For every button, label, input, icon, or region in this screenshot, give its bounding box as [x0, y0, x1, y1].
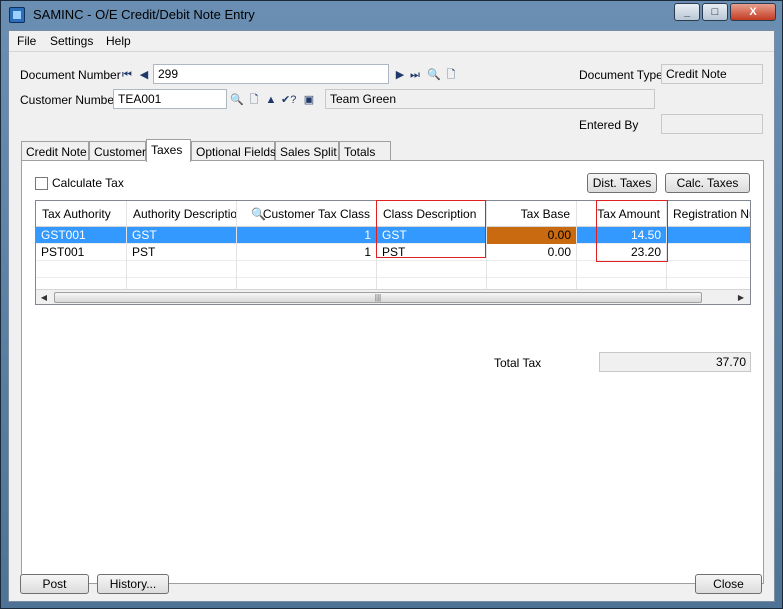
dist-taxes-button[interactable]: Dist. Taxes: [587, 173, 657, 193]
maximize-button[interactable]: □: [702, 3, 728, 21]
menu-settings[interactable]: Settings: [50, 34, 93, 48]
customer-number-label: Customer Number: [20, 93, 119, 107]
grid-header: Tax Authority Authority Description 🔍 Cu…: [36, 201, 750, 227]
empty-cell: [577, 261, 667, 278]
post-button[interactable]: Post: [20, 574, 89, 594]
col-registration-number[interactable]: Registration Num: [667, 201, 750, 227]
first-record-icon[interactable]: ⏮: [121, 68, 133, 82]
cell-authority-description: PST: [127, 244, 237, 261]
calc-taxes-button[interactable]: Calc. Taxes: [665, 173, 750, 193]
close-button[interactable]: Close: [695, 574, 762, 594]
document-type-field: Credit Note: [661, 64, 763, 84]
document-number-field[interactable]: 299: [153, 64, 389, 84]
empty-cell: [487, 261, 577, 278]
entered-by-field: [661, 114, 763, 134]
tab-taxes[interactable]: Taxes: [146, 139, 191, 162]
column-search-icon[interactable]: 🔍: [251, 201, 266, 227]
check-help-icon[interactable]: ✔?: [281, 93, 296, 107]
tab-totals[interactable]: Totals: [339, 141, 391, 161]
col-customer-tax-class[interactable]: 🔍 Customer Tax Class: [237, 201, 377, 227]
new-customer-icon[interactable]: 🗋: [248, 93, 260, 107]
close-window-button[interactable]: X: [730, 3, 776, 21]
cell-tax-base[interactable]: 0.00: [487, 227, 577, 244]
empty-cell: [127, 261, 237, 278]
col-customer-tax-class-label: Customer Tax Class: [262, 207, 370, 221]
menu-file[interactable]: File: [17, 34, 36, 48]
customer-number-field[interactable]: TEA001: [113, 89, 227, 109]
new-document-icon[interactable]: 🗋: [445, 68, 457, 82]
tab-sales-split[interactable]: Sales Split: [275, 141, 339, 161]
taxes-panel: Calculate Tax Dist. Taxes Calc. Taxes Ta…: [21, 160, 764, 584]
scroll-left-icon[interactable]: ◀: [37, 291, 51, 304]
app-window: SAMINC - O/E Credit/Debit Note Entry _ □…: [0, 0, 783, 609]
next-record-icon[interactable]: ▶: [394, 68, 406, 82]
empty-cell: [377, 261, 487, 278]
col-class-description[interactable]: Class Description: [377, 201, 487, 227]
cell-class-description: PST: [377, 244, 487, 261]
table-row[interactable]: PST001 PST 1 PST 0.00 23.20: [36, 244, 750, 261]
col-tax-authority[interactable]: Tax Authority: [36, 201, 127, 227]
tab-customer[interactable]: Customer: [89, 141, 146, 161]
document-type-label: Document Type: [579, 68, 663, 82]
horizontal-scrollbar[interactable]: ◀ ||| ▶: [36, 289, 750, 304]
empty-cell: [237, 261, 377, 278]
empty-row: [36, 261, 750, 278]
scroll-right-icon[interactable]: ▶: [734, 291, 748, 304]
cell-customer-tax-class[interactable]: 1: [237, 227, 377, 244]
empty-cell: [36, 261, 127, 278]
scroll-thumb[interactable]: |||: [54, 292, 702, 303]
cell-registration-number[interactable]: [667, 227, 750, 244]
document-number-label: Document Number: [20, 68, 121, 82]
col-tax-amount[interactable]: Tax Amount: [577, 201, 667, 227]
client-area: File Settings Help Document Number ⏮ ◀ 2…: [8, 30, 775, 602]
calculate-tax-checkbox[interactable]: [35, 177, 48, 190]
cell-registration-number[interactable]: [667, 244, 750, 261]
title-bar: SAMINC - O/E Credit/Debit Note Entry _ □…: [1, 1, 782, 29]
cell-class-description: GST: [377, 227, 487, 244]
app-icon: [9, 7, 25, 23]
tab-credit-note[interactable]: Credit Note: [21, 141, 89, 161]
entered-by-label: Entered By: [579, 118, 639, 132]
menu-bar: File Settings Help: [9, 31, 774, 52]
previous-record-icon[interactable]: ◀: [138, 68, 150, 82]
table-row[interactable]: GST001 GST 1 GST 0.00 14.50: [36, 227, 750, 244]
tax-grid[interactable]: Tax Authority Authority Description 🔍 Cu…: [35, 200, 751, 305]
history-button[interactable]: History...: [97, 574, 169, 594]
customer-copy-icon[interactable]: ▣: [303, 93, 315, 107]
cell-tax-amount[interactable]: 23.20: [577, 244, 667, 261]
col-authority-description[interactable]: Authority Description: [127, 201, 237, 227]
customer-search-icon[interactable]: 🔍: [230, 93, 244, 107]
total-tax-field: 37.70: [599, 352, 751, 372]
cell-customer-tax-class[interactable]: 1: [237, 244, 377, 261]
cell-tax-authority[interactable]: GST001: [36, 227, 127, 244]
total-tax-label: Total Tax: [494, 356, 542, 370]
minimize-button[interactable]: _: [674, 3, 700, 21]
window-title: SAMINC - O/E Credit/Debit Note Entry: [33, 7, 255, 22]
up-arrow-icon[interactable]: ▲: [265, 93, 277, 107]
last-record-icon[interactable]: ⏭: [409, 68, 421, 82]
menu-help[interactable]: Help: [106, 34, 131, 48]
customer-name-field: Team Green: [325, 89, 655, 109]
tab-optional-fields[interactable]: Optional Fields: [191, 141, 276, 161]
cell-tax-amount[interactable]: 14.50: [577, 227, 667, 244]
calculate-tax-label: Calculate Tax: [52, 176, 124, 190]
search-icon[interactable]: 🔍: [427, 68, 441, 82]
cell-tax-base[interactable]: 0.00: [487, 244, 577, 261]
cell-authority-description: GST: [127, 227, 237, 244]
col-tax-base[interactable]: Tax Base: [487, 201, 577, 227]
cell-tax-authority[interactable]: PST001: [36, 244, 127, 261]
